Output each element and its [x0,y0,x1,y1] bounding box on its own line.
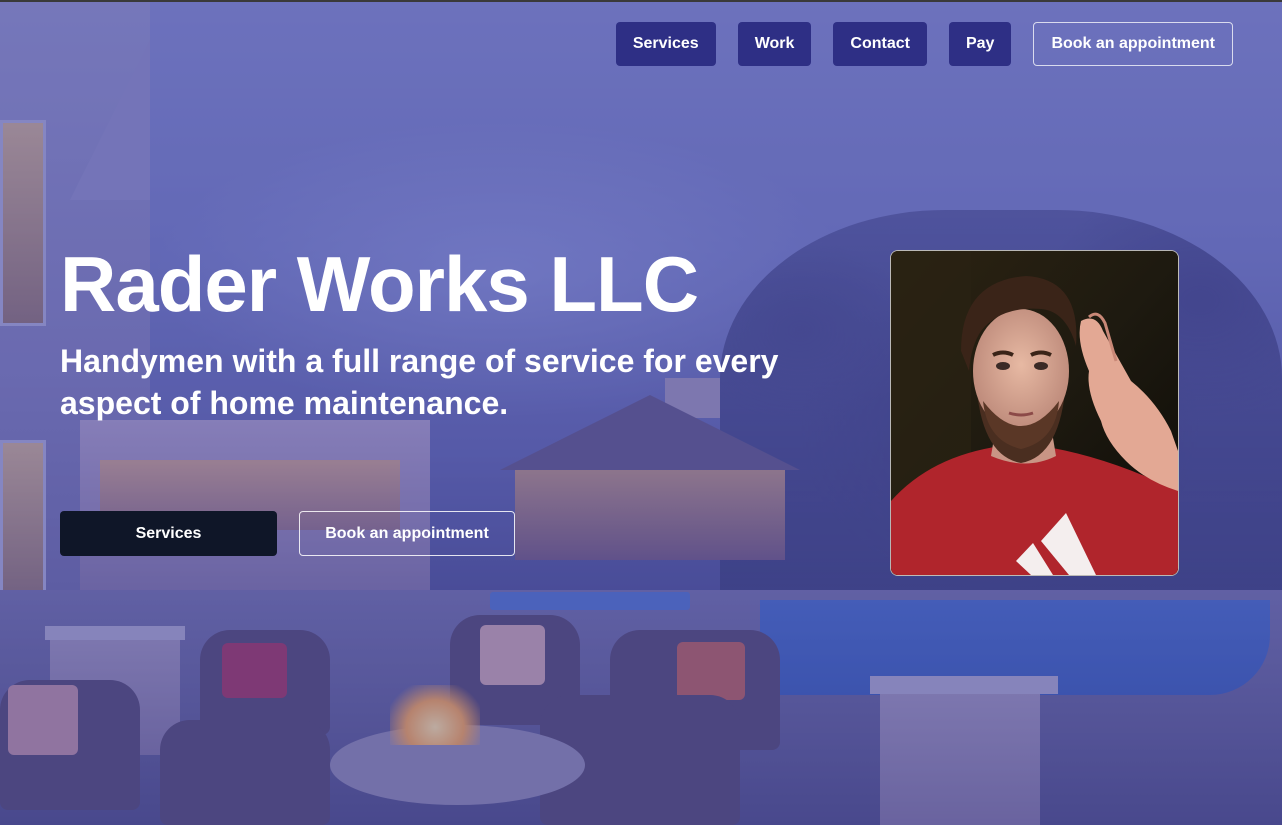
nav-book-appointment-button[interactable]: Book an appointment [1033,22,1233,66]
top-navigation: Services Work Contact Pay Book an appoin… [615,22,1233,66]
hero-book-appointment-button[interactable]: Book an appointment [299,511,515,556]
hero-subtitle: Handymen with a full range of service fo… [60,343,779,421]
nav-pay-button[interactable]: Pay [948,22,1012,66]
page-title: Rader Works LLC [60,240,699,328]
owner-portrait-photo [890,250,1179,576]
hero-services-button[interactable]: Services [60,511,277,556]
nav-work-button[interactable]: Work [737,22,812,66]
nav-services-button[interactable]: Services [615,22,716,66]
nav-contact-button[interactable]: Contact [833,22,927,66]
